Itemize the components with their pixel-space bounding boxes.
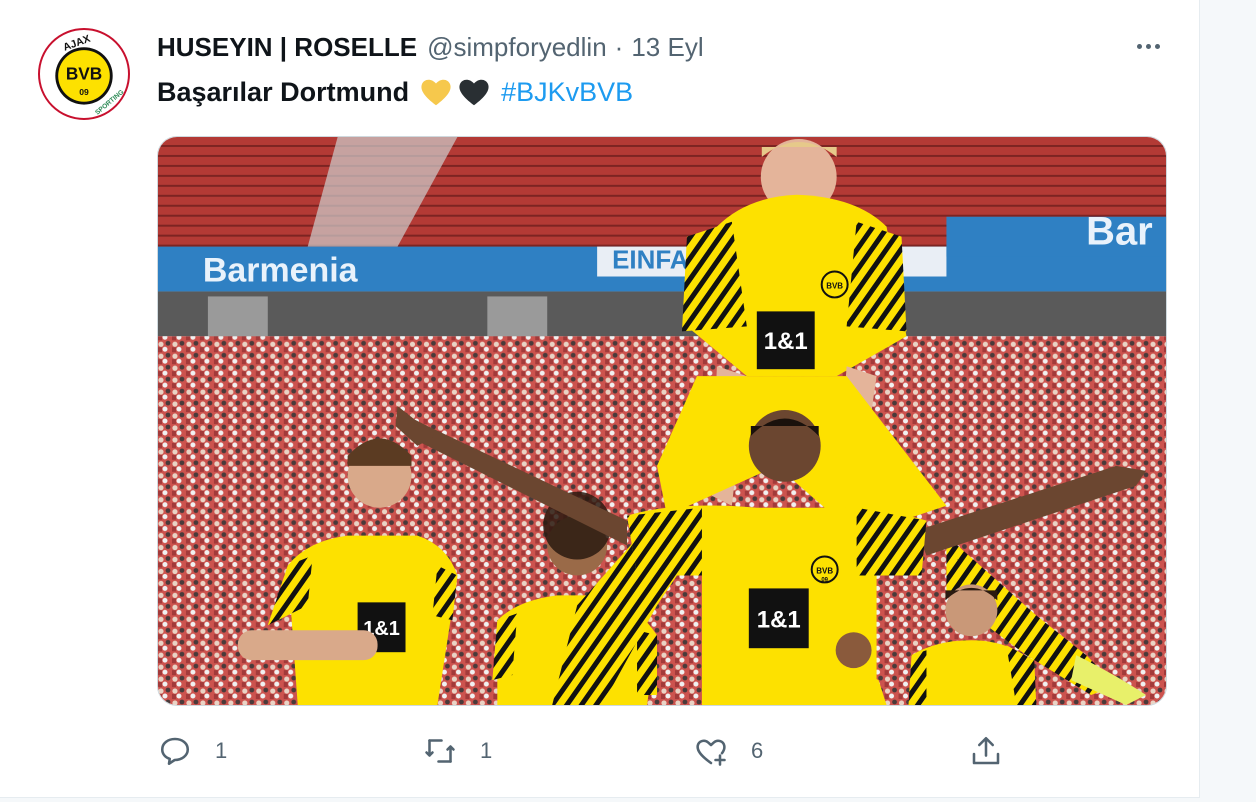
tweet-actions: 1 1 6	[157, 728, 1017, 774]
retweet-count: 1	[480, 738, 493, 763]
tweet-text: Başarılar Dortmund #BJKvBVB	[157, 72, 633, 112]
retweet-button[interactable]: 1	[422, 728, 492, 774]
banner-text-left: Barmenia	[203, 252, 359, 290]
more-horizontal-icon[interactable]	[1128, 32, 1168, 60]
reply-icon	[160, 737, 190, 766]
crest-text-center: BVB	[816, 566, 833, 575]
tweet-card[interactable]: AJAX BVB 09 SPORTING HUSEYIN | ROSELLE @…	[0, 0, 1200, 798]
avatar-text-center: BVB	[66, 64, 102, 84]
like-count: 6	[751, 738, 764, 763]
display-name[interactable]: HUSEYIN | ROSELLE	[157, 32, 417, 63]
share-icon	[972, 736, 1000, 765]
like-icon	[696, 739, 726, 766]
sponsor-text-top: 1&1	[764, 328, 808, 355]
hashtag-link[interactable]: #BJKvBVB	[501, 77, 633, 108]
share-button[interactable]	[968, 728, 1004, 774]
avatar-text-number: 09	[79, 87, 89, 97]
banner-text-right: Bar	[1086, 210, 1153, 254]
tweet-media-photo[interactable]: Barmenia EINFAC Bar 1&1 1&1 BVB 1&1 BVB …	[157, 136, 1167, 706]
avatar-crest-icon: AJAX BVB 09 SPORTING	[41, 31, 127, 117]
avatar[interactable]: AJAX BVB 09 SPORTING	[38, 28, 130, 120]
tweet-date[interactable]: 13 Eyl	[631, 32, 703, 63]
crest-number-center: 09	[821, 577, 828, 583]
yellow-heart-icon	[419, 75, 453, 109]
black-heart-icon	[457, 75, 491, 109]
retweet-icon	[425, 739, 455, 763]
crest-text-top: BVB	[826, 281, 843, 290]
like-button[interactable]: 6	[693, 728, 763, 774]
sponsor-text-center: 1&1	[757, 606, 801, 633]
reply-button[interactable]: 1	[157, 728, 227, 774]
tweet-header: HUSEYIN | ROSELLE @simpforyedlin · 13 Ey…	[157, 30, 704, 64]
separator-dot: ·	[614, 31, 624, 62]
user-handle[interactable]: @simpforyedlin	[427, 32, 607, 63]
football-celebration-photo: Barmenia EINFAC Bar 1&1 1&1 BVB 1&1 BVB …	[158, 137, 1166, 705]
tweet-body-text: Başarılar Dortmund	[157, 76, 410, 107]
reply-count: 1	[215, 738, 228, 763]
